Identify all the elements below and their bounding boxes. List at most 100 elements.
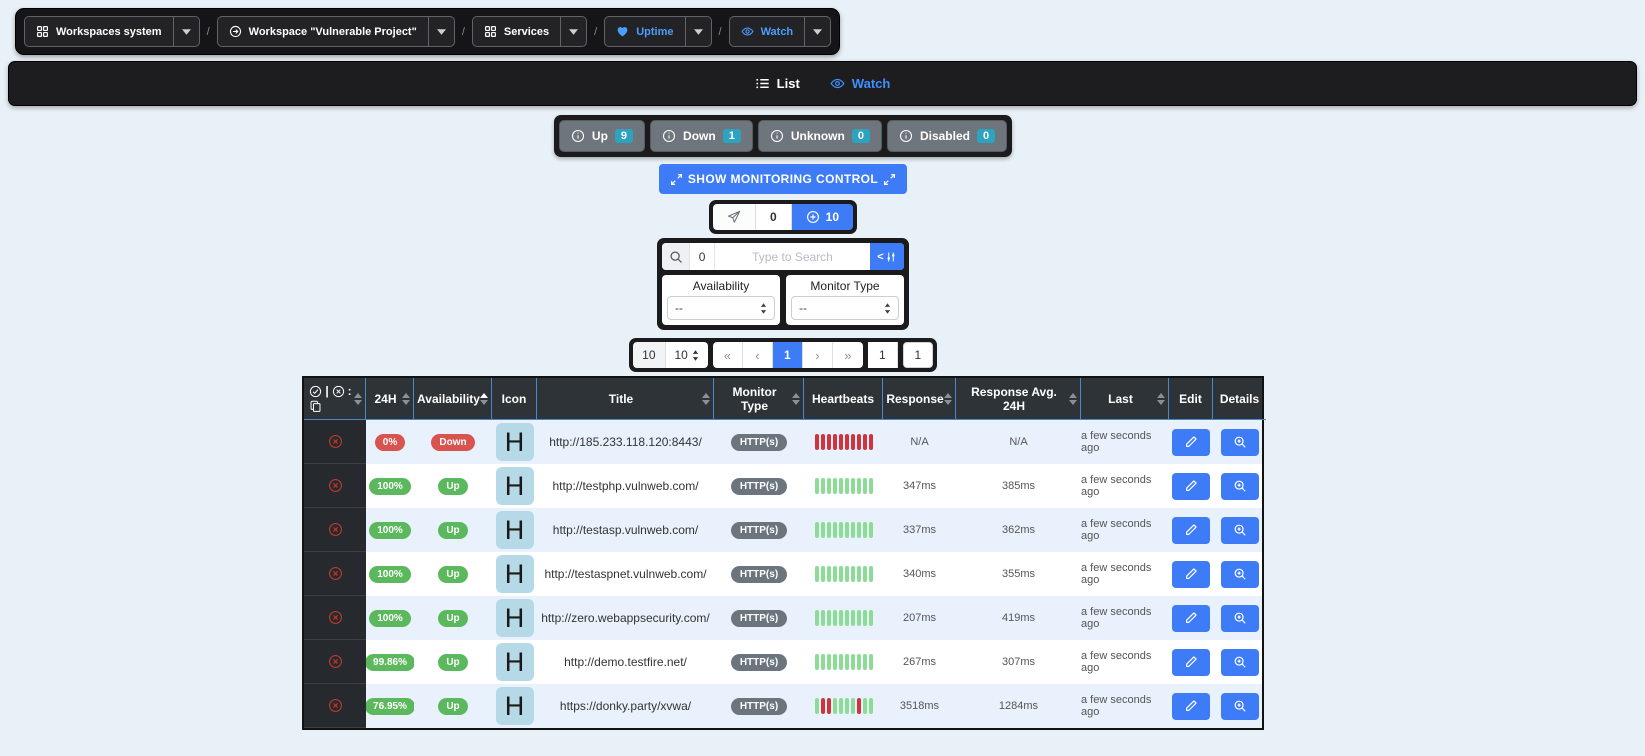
header-title[interactable]: Title (537, 378, 714, 420)
edit-button[interactable] (1172, 428, 1210, 456)
pencil-icon (1184, 567, 1198, 581)
header-24h[interactable]: 24H (366, 378, 414, 420)
sort-icon[interactable] (402, 392, 410, 405)
header-response-avg-24h[interactable]: Response Avg. 24H (956, 378, 1081, 420)
sort-icon[interactable] (944, 392, 952, 405)
page-button[interactable]: 1 (772, 342, 803, 368)
heartbeat-bar (862, 522, 867, 538)
row-deselect-cell[interactable] (304, 552, 366, 596)
heartbeats-cell (804, 464, 883, 508)
sort-icon[interactable] (354, 392, 362, 405)
response-cell: N/A (910, 436, 929, 448)
edit-button[interactable] (1172, 692, 1210, 720)
details-button[interactable] (1220, 428, 1259, 456)
heartbeats-cell (804, 640, 883, 684)
status-button-disabled[interactable]: Disabled 0 (886, 120, 1008, 152)
heartbeat-bar (856, 434, 861, 450)
breadcrumb-item-workspaces-system: Workspaces system (24, 16, 200, 47)
plus-circle-icon (806, 210, 820, 224)
page-size-select[interactable]: 10 (665, 342, 708, 368)
row-deselect-cell[interactable] (304, 684, 366, 728)
details-button[interactable] (1220, 692, 1259, 720)
sort-icon[interactable] (1157, 392, 1165, 405)
header-details[interactable]: Details (1213, 378, 1266, 420)
sort-icon[interactable] (702, 392, 710, 405)
last-check-cell: a few seconds ago (1081, 694, 1152, 718)
nav-tab-label: Watch (851, 76, 891, 91)
details-button[interactable] (1220, 604, 1259, 632)
row-deselect-cell[interactable] (304, 464, 366, 508)
edit-button[interactable] (1172, 560, 1210, 588)
breadcrumb-caret-button[interactable] (560, 17, 586, 46)
sort-icon[interactable] (792, 392, 800, 405)
sort-icon[interactable] (480, 392, 488, 405)
send-count[interactable]: 0 (755, 204, 792, 230)
nav-tab-watch[interactable]: Watch (830, 76, 891, 91)
header-select-column[interactable]: |: (304, 378, 366, 420)
nav-tab-list[interactable]: List (755, 76, 800, 91)
breadcrumb-button-watch[interactable]: Watch (730, 17, 805, 46)
header-availability[interactable]: Availability (414, 378, 492, 420)
icon-cell: H (492, 464, 537, 508)
prev-page-button[interactable]: ‹ (742, 342, 773, 368)
details-button[interactable] (1220, 560, 1259, 588)
response-cell: 340ms (902, 568, 937, 580)
row-deselect-cell[interactable] (304, 640, 366, 684)
monitor-type-badge: HTTP(s) (730, 521, 788, 539)
status-button-up[interactable]: Up 9 (558, 120, 646, 152)
show-monitoring-control-label: SHOW MONITORING CONTROL (687, 172, 879, 186)
controls-stack: Up 9 Down 1 Unknown 0 Disabled 0 SHOW MONITORIN… (302, 110, 1266, 730)
breadcrumb-caret-button[interactable] (427, 17, 454, 46)
show-monitoring-control-button[interactable]: SHOW MONITORING CONTROL (659, 164, 907, 194)
response-cell: 267ms (902, 656, 937, 668)
table-header-row: |: 24H Availability Icon Title Monitor Type H… (304, 378, 1266, 420)
heartbeat-bar (826, 566, 831, 582)
edit-button[interactable] (1172, 516, 1210, 544)
edit-button[interactable] (1172, 648, 1210, 676)
breadcrumb-button-workspace-vulnerable-project[interactable]: Workspace "Vulnerable Project" (218, 17, 428, 46)
first-page-button[interactable]: « (712, 342, 743, 368)
filter-select-monitor-type[interactable]: -- (791, 296, 899, 320)
details-button[interactable] (1220, 472, 1259, 500)
header-last[interactable]: Last (1081, 378, 1169, 420)
last-page-button[interactable]: » (832, 342, 863, 368)
breadcrumb-caret-button[interactable] (172, 17, 199, 46)
status-button-unknown[interactable]: Unknown 0 (757, 120, 882, 152)
heartbeat-bar (832, 434, 837, 450)
filter-select-availability[interactable]: -- (667, 296, 775, 320)
details-cell (1213, 508, 1266, 552)
pencil-icon (1184, 479, 1198, 493)
send-counter-button[interactable] (712, 204, 756, 230)
zoom-plus-icon (1233, 479, 1247, 493)
monitor-type-badge: HTTP(s) (730, 433, 788, 451)
breadcrumb-button-services[interactable]: Services (473, 17, 560, 46)
breadcrumb-button-workspaces-system[interactable]: Workspaces system (25, 17, 173, 46)
table-row: 76.95% Up H https://donky.party/xvwa/ HT… (304, 684, 1262, 728)
header-response[interactable]: Response (883, 378, 956, 420)
add-counter-button[interactable]: 10 (791, 204, 854, 230)
row-deselect-cell[interactable] (304, 596, 366, 640)
circle-x-icon (328, 654, 343, 669)
row-deselect-cell[interactable] (304, 508, 366, 552)
header-icon[interactable]: Icon (492, 378, 537, 420)
header-monitor-type[interactable]: Monitor Type (714, 378, 804, 420)
header-heartbeats[interactable]: Heartbeats (804, 378, 883, 420)
breadcrumb-caret-button[interactable] (684, 17, 711, 46)
breadcrumb-caret-button[interactable] (804, 17, 830, 46)
edit-button[interactable] (1172, 472, 1210, 500)
details-button[interactable] (1220, 516, 1259, 544)
row-deselect-cell[interactable] (304, 420, 366, 464)
heart-icon (616, 25, 629, 38)
details-button[interactable] (1220, 648, 1259, 676)
breadcrumb-button-uptime[interactable]: Uptime (605, 17, 684, 46)
edit-button[interactable] (1172, 604, 1210, 632)
next-page-button[interactable]: › (802, 342, 833, 368)
filter-toggle-button[interactable]: < (870, 243, 904, 270)
breadcrumb-separator: / (461, 25, 465, 38)
header-edit[interactable]: Edit (1169, 378, 1213, 420)
sort-icon[interactable] (1069, 392, 1077, 405)
heartbeat-bar (868, 478, 873, 494)
status-button-down[interactable]: Down 1 (650, 120, 753, 152)
search-input[interactable] (715, 243, 870, 270)
heartbeat-bar (844, 610, 849, 626)
